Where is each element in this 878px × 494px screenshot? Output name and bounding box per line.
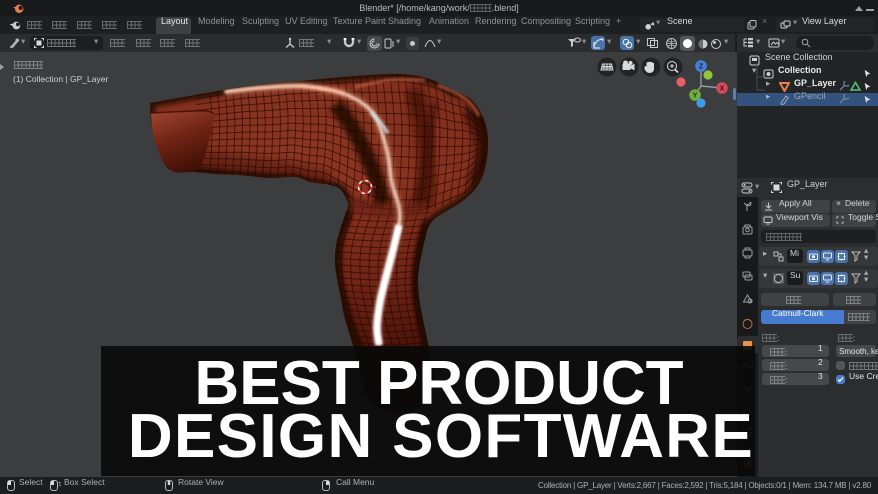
svg-text:Z: Z: [699, 64, 704, 71]
svg-text:X: X: [720, 86, 725, 93]
svg-text:Y: Y: [693, 93, 698, 100]
